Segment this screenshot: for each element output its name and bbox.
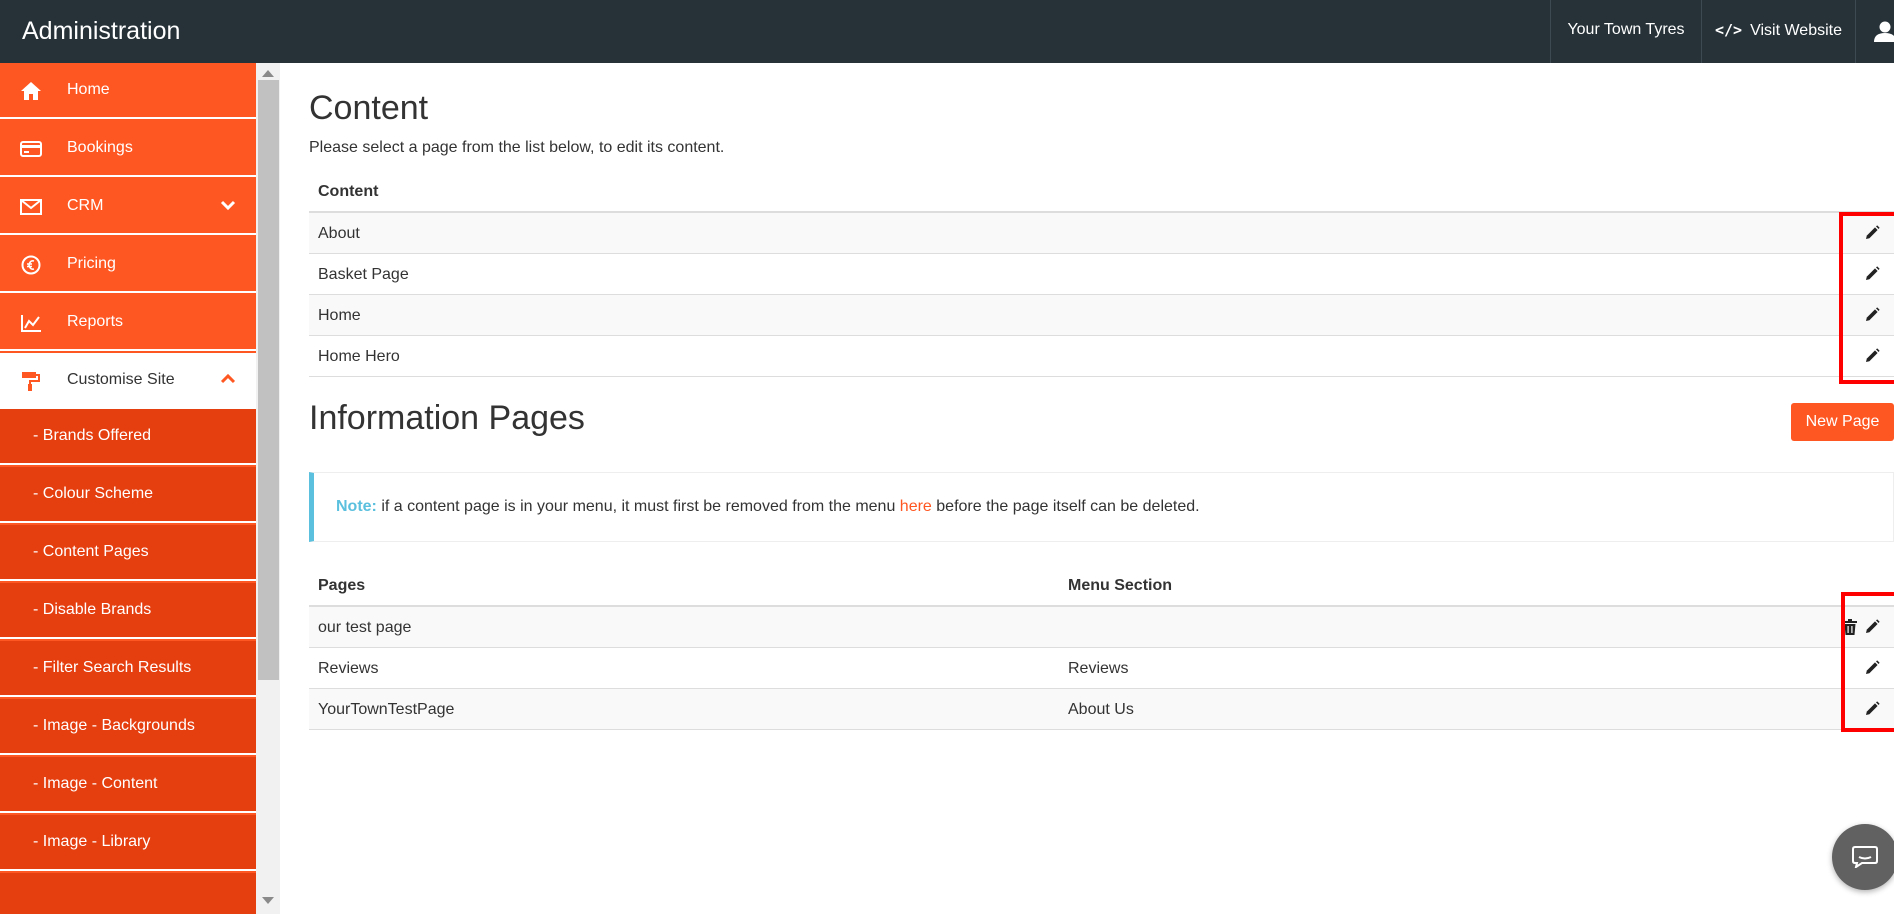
table-row[interactable]: YourTownTestPage About Us	[309, 689, 1894, 730]
sidebar-item-label: Reports	[67, 313, 124, 330]
sidebar-subitem-more[interactable]	[0, 873, 256, 914]
sidebar-item-label: CRM	[67, 197, 104, 214]
info-note: Note: if a content page is in your menu,…	[309, 472, 1894, 542]
sidebar-item-label: Pricing	[67, 255, 116, 272]
sidebar-item-label: Bookings	[67, 139, 133, 156]
content-page-name: Basket Page	[318, 266, 409, 283]
highlight-box	[1841, 592, 1894, 732]
sidebar-subitem-filter-search-results[interactable]: - Filter Search Results	[0, 641, 256, 697]
content-table: Content About Basket Page Home Home Hero	[309, 171, 1894, 377]
page-name: YourTownTestPage	[318, 701, 455, 718]
paint-roller-icon	[22, 372, 40, 391]
envelope-icon	[20, 199, 42, 215]
table-row[interactable]: Basket Page	[309, 254, 1894, 295]
home-icon	[21, 82, 41, 100]
table-row[interactable]: Home Hero	[309, 336, 1894, 377]
sidebar-subitem-label: - Image - Library	[33, 833, 151, 850]
sidebar-subitem-colour-scheme[interactable]: - Colour Scheme	[0, 467, 256, 523]
sidebar-subitem-image-library[interactable]: - Image - Library	[0, 815, 256, 871]
euro-icon	[21, 255, 41, 275]
menu-section: About Us	[1068, 701, 1134, 718]
visit-website-link[interactable]: </> Visit Website	[1701, 0, 1855, 63]
main-content: Content Please select a page from the li…	[309, 63, 1894, 914]
note-text-after: before the page itself can be deleted.	[931, 498, 1200, 515]
sidebar-subitem-label: - Content Pages	[33, 543, 149, 560]
pages-table: Pages Menu Section our test page Reviews…	[309, 565, 1894, 730]
sidebar-subitem-brands-offered[interactable]: - Brands Offered	[0, 409, 256, 465]
section-title: Information Pages	[309, 399, 585, 437]
note-text-before: if a content page is in your menu, it mu…	[376, 498, 900, 515]
highlight-box	[1839, 212, 1894, 384]
line-chart-icon	[21, 315, 41, 332]
chat-icon	[1852, 846, 1878, 868]
chevron-up-icon	[220, 373, 236, 384]
sidebar-subitem-label: - Image - Backgrounds	[33, 717, 195, 734]
sidebar-item-label: Home	[67, 81, 110, 98]
sidebar-item-reports[interactable]: Reports	[0, 295, 256, 351]
sidebar-subitem-disable-brands[interactable]: - Disable Brands	[0, 583, 256, 639]
user-menu-button[interactable]	[1855, 0, 1894, 63]
page-name: our test page	[318, 619, 412, 636]
sidebar-scrollbar-thumb[interactable]	[258, 80, 279, 680]
sidebar-subitem-label: - Filter Search Results	[33, 659, 192, 676]
sidebar-subitem-image-backgrounds[interactable]: - Image - Backgrounds	[0, 699, 256, 755]
sidebar-item-label: Customise Site	[67, 371, 175, 388]
page-title: Content	[309, 89, 429, 127]
sidebar-subitem-label: - Image - Content	[33, 775, 158, 792]
visit-website-label: Visit Website	[1750, 22, 1842, 39]
credit-card-icon	[20, 141, 42, 157]
store-name-label: Your Town Tyres	[1567, 21, 1685, 38]
sidebar-subitem-content-pages[interactable]: - Content Pages	[0, 525, 256, 581]
scroll-up-arrow-icon[interactable]	[262, 70, 274, 77]
sidebar-item-pricing[interactable]: Pricing	[0, 237, 256, 293]
column-header-content: Content	[318, 183, 379, 200]
page-intro: Please select a page from the list below…	[309, 139, 725, 156]
column-header-pages: Pages	[318, 577, 366, 594]
note-label: Note:	[336, 498, 377, 515]
chat-button[interactable]	[1832, 824, 1894, 890]
menu-link[interactable]: here	[900, 498, 932, 515]
table-header: Pages Menu Section	[309, 565, 1894, 607]
sidebar-item-crm[interactable]: CRM	[0, 179, 256, 235]
table-row[interactable]: Home	[309, 295, 1894, 336]
new-page-button[interactable]: New Page	[1791, 403, 1894, 441]
page-name: Reviews	[318, 660, 379, 677]
sidebar-subitem-label: - Brands Offered	[33, 427, 151, 444]
top-bar: Administration Your Town Tyres </> Visit …	[0, 0, 1894, 63]
store-name-link[interactable]: Your Town Tyres	[1550, 0, 1701, 63]
code-icon: </>	[1715, 21, 1743, 39]
menu-section: Reviews	[1068, 660, 1129, 677]
sidebar-item-customise-site[interactable]: Customise Site	[0, 353, 256, 409]
app-title: Administration	[22, 17, 181, 45]
sidebar-item-bookings[interactable]: Bookings	[0, 121, 256, 177]
table-row[interactable]: Reviews Reviews	[309, 648, 1894, 689]
content-page-name: Home	[318, 307, 361, 324]
chevron-down-icon	[220, 200, 236, 211]
sidebar: Home Bookings CRM Pricing Reports Custom…	[0, 63, 256, 914]
column-header-menu-section: Menu Section	[1068, 577, 1173, 594]
sidebar-subitem-image-content[interactable]: - Image - Content	[0, 757, 256, 813]
content-page-name: Home Hero	[318, 348, 400, 365]
content-page-name: About	[318, 225, 360, 242]
sidebar-subitem-label: - Disable Brands	[33, 601, 152, 618]
table-row[interactable]: our test page	[309, 607, 1894, 648]
table-row[interactable]: About	[309, 213, 1894, 254]
sidebar-subitem-label: - Colour Scheme	[33, 485, 154, 502]
table-header: Content	[309, 171, 1894, 213]
scroll-down-arrow-icon[interactable]	[262, 897, 274, 904]
user-icon	[1874, 21, 1894, 42]
sidebar-item-home[interactable]: Home	[0, 63, 256, 119]
note-text: Note: if a content page is in your menu,…	[336, 473, 1200, 541]
